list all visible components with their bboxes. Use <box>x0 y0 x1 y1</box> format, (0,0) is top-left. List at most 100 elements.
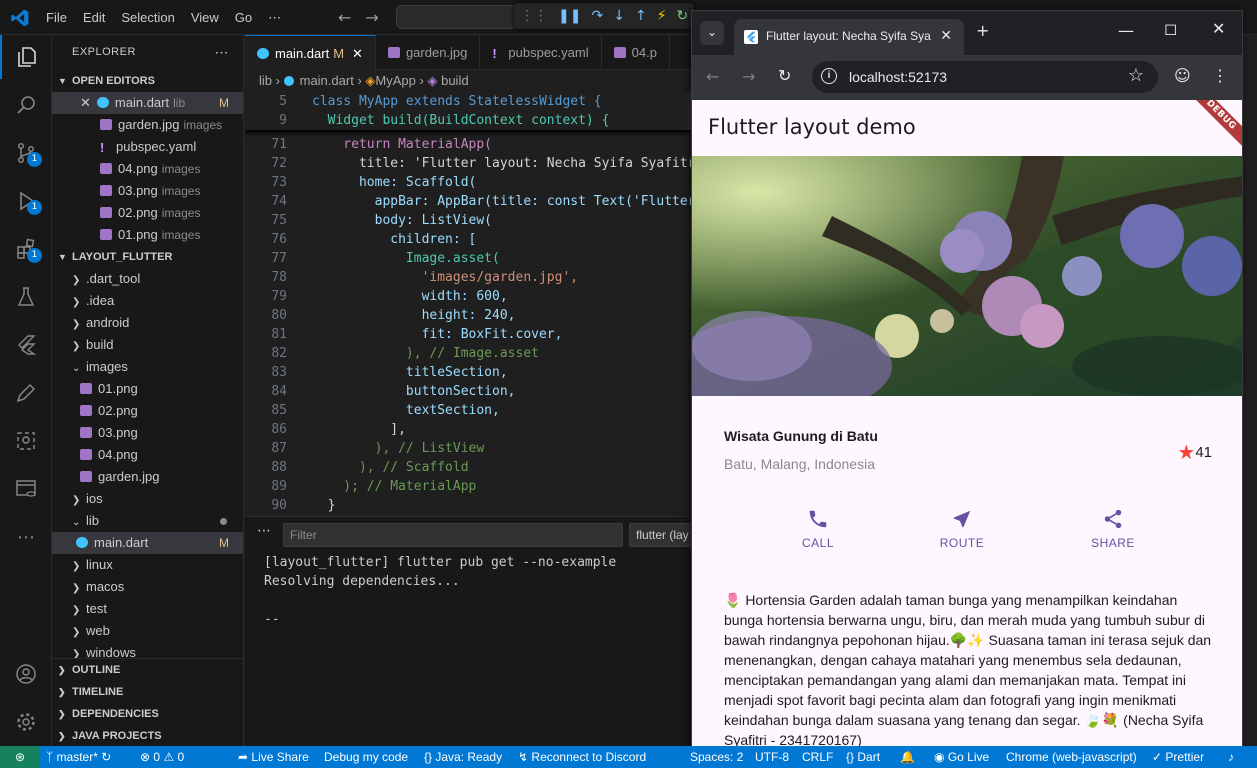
more-actions-icon[interactable]: ⋯ <box>215 35 230 70</box>
menu-file[interactable]: File <box>38 10 75 25</box>
close-icon[interactable]: ✕ <box>352 46 363 61</box>
tree-folder[interactable]: ❯ .idea <box>52 290 243 312</box>
source-control-activity[interactable]: 1 <box>0 131 52 175</box>
command-center[interactable] <box>396 5 516 29</box>
tree-folder[interactable]: ❯ test <box>52 598 243 620</box>
java-status[interactable]: {} Java: Ready <box>424 746 502 768</box>
maximize-icon[interactable]: ◻ <box>1164 19 1177 38</box>
close-window-icon[interactable]: ✕ <box>1212 19 1225 38</box>
menu-more[interactable]: ⋯ <box>260 10 289 26</box>
discord-status[interactable]: ↯ Reconnect to Discord <box>518 746 646 768</box>
tree-folder[interactable]: ⌄ lib <box>52 510 243 532</box>
accounts-activity[interactable] <box>0 652 52 696</box>
call-button[interactable]: CALL <box>778 508 858 550</box>
tree-file[interactable]: garden.jpg <box>52 466 243 488</box>
chrome-tab[interactable]: Flutter layout: Necha Syifa Syafitri ✕ <box>734 19 964 55</box>
more-dots-icon[interactable]: ⋯ <box>257 523 271 539</box>
reload-icon[interactable]: ↻ <box>778 66 791 85</box>
project-header[interactable]: ▼ LAYOUT_FLUTTER <box>52 246 243 268</box>
open-editor-item[interactable]: 04.png images <box>52 158 243 180</box>
open-editor-item[interactable]: garden.jpg images <box>52 114 243 136</box>
flutter-activity[interactable] <box>0 323 52 367</box>
tree-folder[interactable]: ❯ linux <box>52 554 243 576</box>
menu-edit[interactable]: Edit <box>75 10 113 25</box>
breadcrumb-item[interactable]: main.dart <box>300 73 354 88</box>
run-debug-activity[interactable]: 1 <box>0 179 52 223</box>
tab-04-png[interactable]: 04.p <box>602 35 670 70</box>
menu-go[interactable]: Go <box>227 10 260 25</box>
tree-folder[interactable]: ⌄ images <box>52 356 243 378</box>
edit-activity[interactable] <box>0 371 52 415</box>
breadcrumb-item[interactable]: lib <box>259 73 272 88</box>
tab-main-dart[interactable]: main.dart M ✕ <box>245 35 376 70</box>
live-share-status[interactable]: ➦ Live Share <box>238 746 309 768</box>
tree-folder[interactable]: ❯ .dart_tool <box>52 268 243 290</box>
back-icon[interactable]: ← <box>706 67 719 86</box>
notifications-status-icon[interactable]: 🔔 <box>900 746 915 768</box>
tab-pubspec[interactable]: ! pubspec.yaml <box>480 35 602 70</box>
tree-file[interactable]: 01.png <box>52 378 243 400</box>
eol-status[interactable]: CRLF <box>802 746 833 768</box>
tree-folder[interactable]: ❯ build <box>52 334 243 356</box>
remote-activity[interactable] <box>0 419 52 463</box>
branch-status[interactable]: ᛉ master* ↻ <box>46 746 111 768</box>
encoding-status[interactable]: UTF-8 <box>755 746 789 768</box>
prettier-status[interactable]: ✓ Prettier <box>1152 746 1204 768</box>
bookmark-star-icon[interactable]: ☆ <box>1128 65 1144 86</box>
tree-folder[interactable]: ❯ web <box>52 620 243 642</box>
forward-icon[interactable]: → <box>742 67 755 86</box>
tree-file[interactable]: 04.png <box>52 444 243 466</box>
open-editor-item[interactable]: 01.png images <box>52 224 243 246</box>
remote-indicator-icon[interactable]: ⊛ <box>0 746 40 768</box>
problems-status[interactable]: ⊗ 0 ⚠ 0 <box>140 746 184 768</box>
restart-icon[interactable]: ↻ <box>677 8 689 24</box>
step-into-icon[interactable]: ↓ <box>613 8 625 24</box>
code-editor[interactable]: 5 class MyApp extends StatelessWidget { 9… <box>245 92 691 515</box>
drag-handle-icon[interactable]: ⋮⋮ <box>520 8 548 24</box>
debug-status[interactable]: Debug my code <box>324 746 408 768</box>
pause-icon[interactable]: ❚❚ <box>558 8 581 24</box>
menu-view[interactable]: View <box>183 10 227 25</box>
go-live-status[interactable]: ◉ Go Live <box>934 746 989 768</box>
hot-reload-icon[interactable]: ⚡ <box>657 8 667 24</box>
open-editor-item[interactable]: ✕ main.dart lib M <box>52 92 243 114</box>
chrome-menu-icon[interactable]: ⋮ <box>1212 66 1228 85</box>
testing-activity[interactable] <box>0 275 52 319</box>
filter-input[interactable]: Filter <box>283 523 623 547</box>
close-icon[interactable]: ✕ <box>80 95 91 110</box>
timeline-header[interactable]: ❯ TIMELINE <box>52 681 243 703</box>
breadcrumb-item[interactable]: build <box>441 73 468 88</box>
tree-folder[interactable]: ❯ macos <box>52 576 243 598</box>
outline-header[interactable]: ❯ OUTLINE <box>52 659 243 681</box>
tree-file[interactable]: main.dart M <box>52 532 243 554</box>
share-button[interactable]: SHARE <box>1073 508 1153 550</box>
more-activity[interactable]: ⋯ <box>0 515 52 559</box>
minimize-icon[interactable]: — <box>1118 21 1134 40</box>
language-status[interactable]: {} Dart <box>846 746 880 768</box>
open-editor-item[interactable]: 02.png images <box>52 202 243 224</box>
indentation-status[interactable]: Spaces: 2 <box>690 746 743 768</box>
rating[interactable]: ★41 <box>1177 440 1212 465</box>
menu-selection[interactable]: Selection <box>113 10 182 25</box>
site-info-icon[interactable]: i <box>821 68 837 84</box>
open-editor-item[interactable]: 03.png images <box>52 180 243 202</box>
route-button[interactable]: ROUTE <box>922 508 1002 550</box>
output-channel-select[interactable]: flutter (lay <box>629 523 691 547</box>
step-out-icon[interactable]: ↑ <box>635 8 647 24</box>
bell-icon[interactable]: ♪ <box>1228 746 1234 768</box>
profile-icon[interactable]: ☺ <box>1174 66 1191 85</box>
tree-folder[interactable]: ❯ windows <box>52 642 243 660</box>
extensions-activity[interactable]: 1 <box>0 227 52 271</box>
close-tab-icon[interactable]: ✕ <box>940 27 952 44</box>
search-activity[interactable] <box>0 83 52 127</box>
settings-activity[interactable] <box>0 700 52 744</box>
database-activity[interactable] <box>0 467 52 511</box>
new-tab-icon[interactable]: + <box>976 21 989 40</box>
device-status[interactable]: Chrome (web-javascript) <box>1006 746 1137 768</box>
explorer-activity[interactable] <box>0 35 52 79</box>
forward-arrow-icon[interactable]: → <box>365 8 378 27</box>
tree-folder[interactable]: ❯ ios <box>52 488 243 510</box>
tab-search-icon[interactable]: ⌄ <box>700 21 724 45</box>
step-over-icon[interactable]: ↷ <box>591 8 603 24</box>
tree-folder[interactable]: ❯ android <box>52 312 243 334</box>
